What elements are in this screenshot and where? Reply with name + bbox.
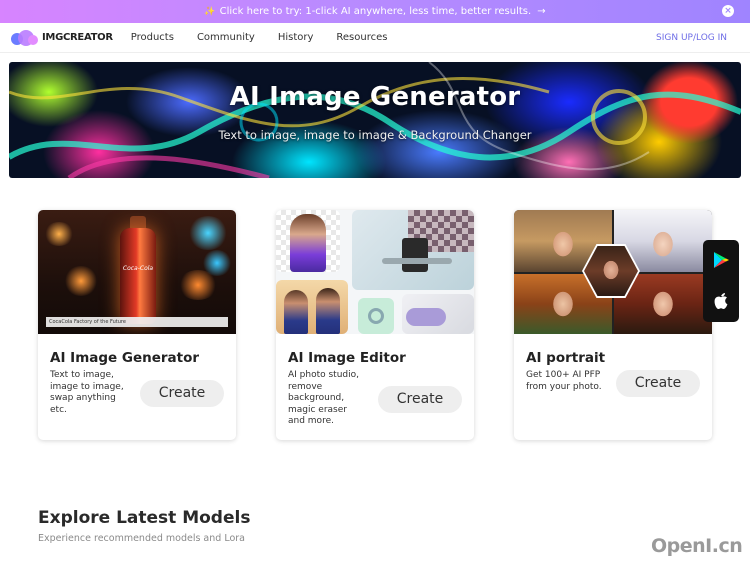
create-button[interactable]: Create (140, 380, 224, 407)
promo-banner[interactable]: ✨ Click here to try: 1-click AI anywhere… (0, 0, 750, 23)
nav-links: Products Community History Resources (131, 32, 411, 43)
card-description: AI photo studio, remove background, magi… (288, 370, 359, 426)
card-ai-image-editor[interactable]: AI Image Editor AI photo studio, remove … (276, 210, 474, 440)
card-image-portraits (514, 210, 712, 334)
card-ai-image-generator[interactable]: Coca-Cola CocaCola Factory of the Future… (38, 210, 236, 440)
top-nav: IMGCREATOR Products Community History Re… (0, 23, 750, 53)
app-download-bar (703, 240, 739, 322)
card-title: AI Image Editor (288, 350, 406, 366)
image-caption: CocaCola Factory of the Future (46, 317, 228, 327)
card-image-editor-collage (276, 210, 474, 334)
arrow-right-icon: → (537, 6, 546, 17)
close-icon[interactable]: × (722, 5, 734, 17)
nav-link-community[interactable]: Community (197, 32, 255, 43)
card-image-factory: Coca-Cola CocaCola Factory of the Future (38, 210, 236, 334)
logo-text: IMGCREATOR (42, 32, 113, 43)
signup-login-link[interactable]: SIGN UP/LOG IN (656, 33, 727, 43)
nav-link-history[interactable]: History (278, 32, 314, 43)
logo[interactable]: IMGCREATOR (11, 29, 113, 47)
logo-mark-icon (11, 29, 39, 47)
hero-subtitle: Text to image, image to image & Backgrou… (218, 128, 532, 142)
hero-banner: AI Image Generator Text to image, image … (9, 62, 741, 178)
card-title: AI Image Generator (50, 350, 200, 366)
card-title: AI portrait (526, 350, 606, 366)
card-description: Get 100+ AI PFP from your photo. (526, 370, 602, 392)
bottle-label: Coca-Cola (122, 265, 154, 272)
nav-link-resources[interactable]: Resources (336, 32, 387, 43)
card-description: Text to image, image to image, swap anyt… (50, 370, 124, 415)
create-button[interactable]: Create (616, 370, 700, 397)
section-subtitle: Experience recommended models and Lora (38, 533, 245, 544)
hero-background-art (9, 62, 741, 178)
watermark: OpenI.cn (651, 535, 743, 557)
nav-link-products[interactable]: Products (131, 32, 174, 43)
section-title: Explore Latest Models (38, 508, 251, 528)
card-ai-portrait[interactable]: AI portrait Get 100+ AI PFP from your ph… (514, 210, 712, 440)
promo-text[interactable]: Click here to try: 1-click AI anywhere, … (220, 6, 532, 17)
apple-icon[interactable] (712, 291, 730, 311)
create-button[interactable]: Create (378, 386, 462, 413)
sparkle-icon: ✨ (204, 6, 216, 17)
hero-title: AI Image Generator (229, 82, 521, 112)
google-play-icon[interactable] (712, 251, 730, 269)
